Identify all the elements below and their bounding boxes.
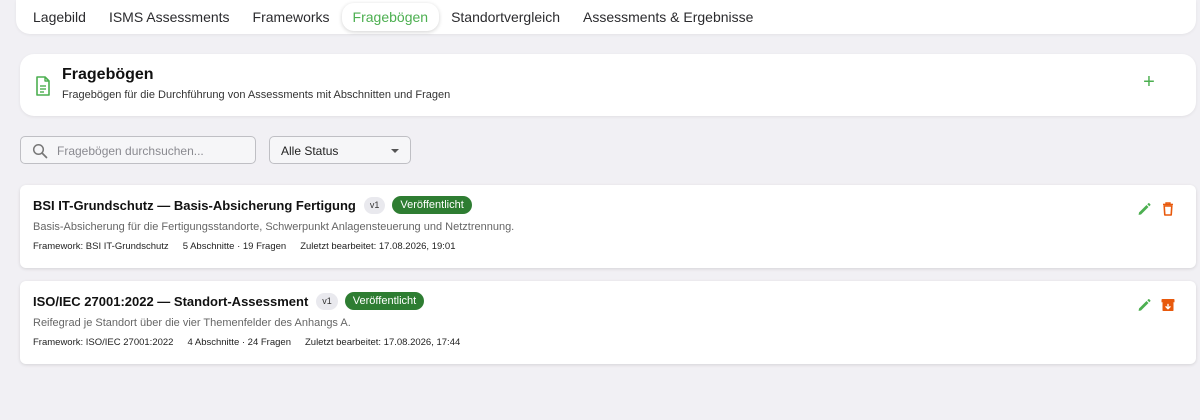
search-icon [32,143,48,159]
status-badge: Veröffentlicht [392,196,472,215]
tab-frageboegen[interactable]: Fragebögen [341,3,440,31]
framework-label: Framework: ISO/IEC 27001:2022 [33,337,174,348]
questionnaire-title: BSI IT-Grundschutz — Basis-Absicherung F… [33,197,356,213]
questionnaire-title-row: ISO/IEC 27001:2022 — Standort-Assessment… [33,292,425,311]
questionnaire-card[interactable]: BSI IT-Grundschutz — Basis-Absicherung F… [20,185,1196,268]
page-subtitle: Fragebögen für die Durchführung von Asse… [62,89,451,101]
status-filter-value: Alle Status [281,144,339,158]
document-icon [35,76,51,96]
page-title: Fragebögen [62,66,154,83]
caret-down-icon [391,149,399,153]
edit-icon[interactable] [1136,201,1152,217]
tab-assessments-ergebnisse[interactable]: Assessments & Ergebnisse [572,3,764,31]
questionnaire-meta: Framework: BSI IT-Grundschutz 5 Abschnit… [33,241,469,252]
tab-standortvergleich[interactable]: Standortvergleich [440,3,571,31]
version-badge: v1 [316,292,338,310]
search-field [20,136,256,164]
section-question-count: 5 Abschnitte · 19 Fragen [182,241,287,252]
tab-frameworks[interactable]: Frameworks [242,3,341,31]
framework-label: Framework: BSI IT-Grundschutz [33,241,169,252]
status-filter-select[interactable]: Alle Status [269,136,411,164]
questionnaire-description: Reifegrad je Standort über die vier Them… [33,317,351,329]
tab-lagebild[interactable]: Lagebild [22,3,97,31]
last-edited-label: Zuletzt bearbeitet: 17.08.2026, 19:01 [300,241,456,252]
archive-icon[interactable] [1160,297,1176,313]
trash-icon[interactable] [1160,201,1176,217]
version-badge: v1 [363,196,386,214]
edit-icon[interactable] [1136,297,1152,313]
tab-isms-assessments[interactable]: ISMS Assessments [98,3,241,31]
page-header-card: Fragebögen Fragebögen für die Durchführu… [20,54,1196,116]
last-edited-label: Zuletzt bearbeitet: 17.08.2026, 17:44 [304,337,461,348]
questionnaire-meta: Framework: ISO/IEC 27001:2022 4 Abschnit… [33,337,474,348]
top-tab-bar: Lagebild ISMS Assessments Frameworks Fra… [16,0,1196,34]
questionnaire-description: Basis-Absicherung für die Fertigungsstan… [33,221,515,233]
questionnaire-card[interactable]: ISO/IEC 27001:2022 — Standort-Assessment… [20,281,1196,364]
questionnaire-title-row: BSI IT-Grundschutz — Basis-Absicherung F… [33,196,472,215]
questionnaire-title: ISO/IEC 27001:2022 — Standort-Assessment [33,293,309,309]
add-questionnaire-button[interactable]: + [1138,71,1160,93]
search-input[interactable] [55,140,255,162]
status-badge: Veröffentlicht [344,292,425,311]
section-question-count: 4 Abschnitte · 24 Fragen [187,337,291,348]
